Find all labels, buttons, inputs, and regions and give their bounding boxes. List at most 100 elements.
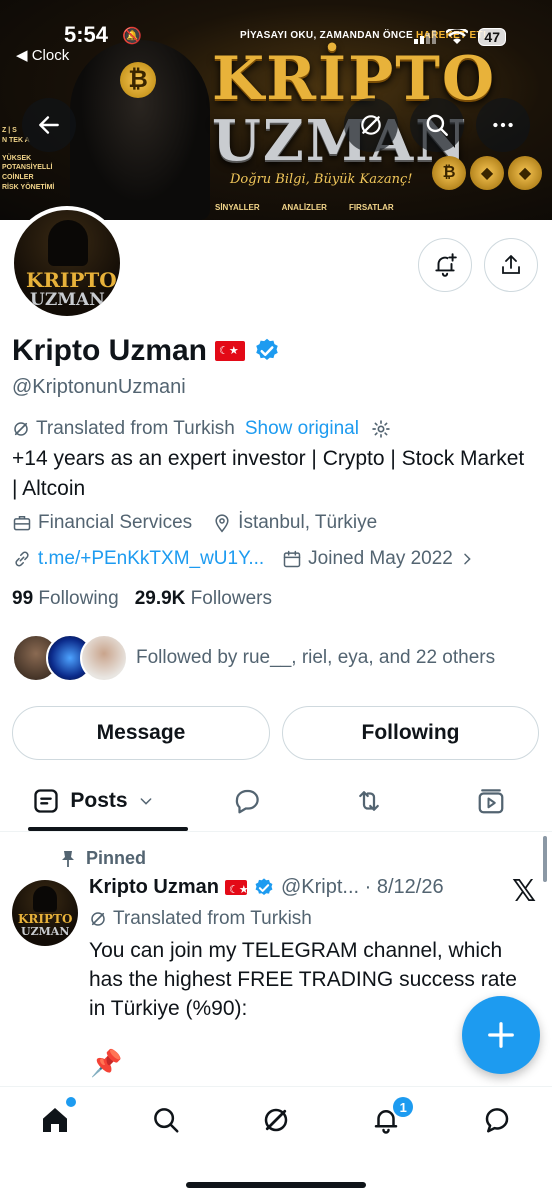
status-right: 47 — [414, 28, 506, 46]
post-author-name[interactable]: Kripto Uzman — [89, 876, 219, 899]
battery-indicator: 47 — [478, 28, 506, 46]
avatar-word-kripto: KRIPTO — [26, 268, 117, 292]
repost-icon — [359, 790, 379, 811]
pushpin-emoji: 📌 — [90, 1048, 123, 1078]
chevron-down-icon — [140, 797, 151, 805]
nav-messages[interactable] — [442, 1087, 552, 1152]
category-item: Financial Services — [12, 512, 192, 534]
banner-strip: SİNYALLER ANALİZLER FIRSATLAR — [215, 198, 455, 216]
location-text: İstanbul, Türkiye — [238, 512, 378, 533]
tab-reposts[interactable] — [308, 770, 430, 831]
joined-text: Joined May 2022 — [308, 548, 453, 569]
follow-counts: 99 Following 29.9K Followers — [12, 588, 272, 610]
followed-by-text: Followed by rue__, riel, eya, and 22 oth… — [136, 647, 496, 668]
message-button[interactable]: Message — [12, 706, 270, 760]
tab-posts-label: Posts — [70, 788, 128, 812]
tab-posts[interactable]: Posts — [0, 770, 186, 831]
profile-meta-row-2: t.me/+PEnKkTXM_wU1Y... Joined May 2022 — [12, 548, 475, 570]
avatar-word-uzman: UZMAN — [21, 925, 70, 938]
nav-home[interactable] — [0, 1087, 110, 1152]
home-indicator[interactable] — [186, 1182, 366, 1188]
followed-by-row[interactable]: Followed by rue__, riel, eya, and 22 oth… — [12, 634, 495, 682]
silent-mode-icon: 🔕 — [122, 28, 142, 45]
wifi-icon — [446, 29, 469, 44]
bio-translation-row: Translated from Turkish Show original — [12, 418, 391, 440]
bitcoin-coin-icon: ₿ — [432, 156, 466, 190]
back-button[interactable] — [22, 98, 76, 152]
chevron-right-icon — [464, 553, 471, 565]
reply-icon — [235, 789, 259, 813]
profile-tabs: Posts — [0, 770, 552, 832]
following-button[interactable]: Following — [282, 706, 539, 760]
back-to-app-link[interactable]: ◀ Clock — [16, 46, 69, 64]
verified-badge-icon — [256, 338, 278, 360]
post-author-avatar[interactable]: KRIPTO UZMAN — [12, 880, 78, 946]
verified-badge-icon — [255, 877, 273, 895]
video-icon — [478, 788, 504, 813]
banner-slogan: Doğru Bilgi, Büyük Kazanç! — [230, 172, 413, 187]
post-header: Kripto Uzman @Kript... · 8/12/26 — [89, 876, 444, 899]
translated-label: Translated from Turkish — [36, 418, 235, 439]
signal-icon — [414, 30, 437, 44]
share-icon — [502, 255, 520, 274]
tab-replies[interactable] — [186, 770, 308, 831]
banner-strip-item: SİNYALLER — [215, 202, 260, 212]
banner-strip-item: ANALİZLER — [281, 202, 327, 212]
link-icon — [15, 551, 29, 567]
post-handle-date: @Kript... · 8/12/26 — [281, 876, 444, 898]
post-text: You can join my TELEGRAM channel, which … — [89, 939, 517, 1020]
follower-avatars — [12, 634, 128, 682]
profile-avatar[interactable]: KRIPTO UZMAN — [10, 206, 124, 320]
grok-button[interactable] — [344, 98, 398, 152]
show-original-link[interactable]: Show original — [245, 418, 359, 440]
arrow-left-icon — [39, 116, 59, 134]
category-text: Financial Services — [38, 512, 193, 533]
unread-dot — [66, 1097, 76, 1107]
more-dots-icon — [493, 122, 513, 128]
search-button[interactable] — [410, 98, 464, 152]
search-icon — [426, 114, 448, 136]
gear-icon[interactable] — [371, 419, 391, 439]
posts-icon — [34, 788, 59, 813]
nav-grok[interactable] — [221, 1087, 331, 1152]
followers-count-link[interactable]: 29.9K Followers — [135, 588, 272, 610]
pinned-label: Pinned — [60, 848, 146, 869]
briefcase-icon — [13, 516, 31, 531]
avatar-word-uzman: UZMAN — [30, 290, 105, 310]
location-item: İstanbul, Türkiye — [212, 512, 377, 534]
nav-notifications[interactable]: 1 — [331, 1087, 441, 1152]
status-time: 5:54 — [64, 22, 109, 47]
bottom-nav: 1 — [0, 1086, 552, 1152]
status-bar: 5:54 🔕 ◀ Clock 47 — [0, 20, 552, 68]
notify-button[interactable] — [418, 238, 472, 292]
joined-item[interactable]: Joined May 2022 — [282, 548, 475, 570]
plus-icon — [488, 1022, 514, 1048]
share-button[interactable] — [484, 238, 538, 292]
turkey-flag-icon — [215, 341, 245, 361]
avatar — [80, 634, 128, 682]
website-item[interactable]: t.me/+PEnKkTXM_wU1Y... — [12, 548, 264, 570]
more-button[interactable] — [476, 98, 530, 152]
avatar-word-kripto: KRIPTO — [18, 912, 73, 926]
profile-handle: @KriptonunUzmani — [12, 376, 186, 398]
profile-name: Kripto Uzman — [12, 334, 281, 368]
tab-media[interactable] — [430, 770, 552, 831]
grok-icon — [91, 912, 105, 926]
grok-icon — [361, 115, 381, 135]
website-link[interactable]: t.me/+PEnKkTXM_wU1Y... — [38, 548, 264, 570]
ethereum-coin-icon: ◆ — [508, 156, 542, 190]
location-pin-icon — [215, 514, 229, 533]
scrollbar[interactable] — [543, 836, 547, 882]
chat-bubble-icon — [485, 1107, 509, 1132]
x-logo-icon: 𝕏 — [512, 875, 537, 908]
nav-search[interactable] — [110, 1087, 220, 1152]
following-count-link[interactable]: 99 Following — [12, 588, 119, 610]
post-translated-label: Translated from Turkish — [113, 908, 312, 929]
banner-coins: ₿ ◆ ◆ — [432, 150, 552, 210]
post-translation-row: Translated from Turkish — [89, 908, 312, 930]
banner-strip-item: FIRSATLAR — [348, 202, 394, 212]
avatar-hood — [48, 220, 88, 266]
grok-icon — [264, 1108, 288, 1131]
grok-icon — [14, 422, 28, 436]
compose-button[interactable] — [462, 996, 540, 1074]
